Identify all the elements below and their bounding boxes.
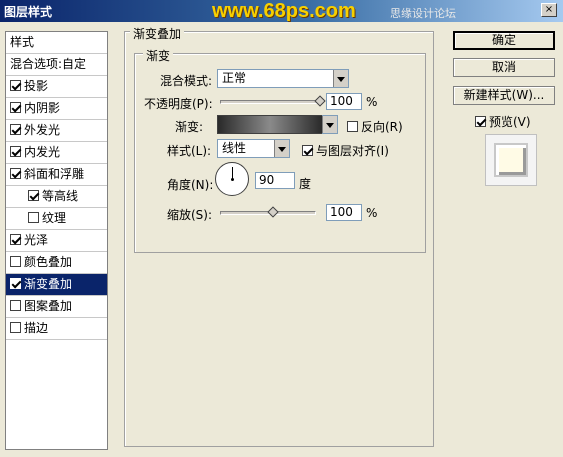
window-title: 图层样式 [4, 5, 53, 19]
sidebar-item[interactable]: 渐变叠加 [6, 274, 107, 296]
new-style-button[interactable]: 新建样式(W)... [453, 86, 555, 105]
sidebar-item-label: 投影 [24, 79, 49, 93]
preview-checkbox[interactable] [475, 116, 486, 127]
sidebar-item-label: 渐变叠加 [24, 277, 73, 291]
angle-label: 角度(N): [167, 178, 214, 192]
blend-mode-select[interactable]: 正常 [217, 69, 349, 88]
style-select[interactable]: 线性 [217, 139, 290, 158]
sidebar-item[interactable]: 等高线 [6, 186, 107, 208]
chevron-down-icon [322, 116, 337, 133]
sidebar-item[interactable]: 混合选项:自定 [6, 54, 107, 76]
sidebar-item[interactable]: 斜面和浮雕 [6, 164, 107, 186]
preview-swatch [494, 143, 528, 177]
blend-mode-value: 正常 [222, 71, 247, 85]
angle-center-dot [231, 178, 234, 181]
opacity-slider[interactable] [220, 100, 320, 104]
angle-unit: 度 [299, 177, 312, 191]
sidebar-item-label: 描边 [24, 321, 49, 335]
sidebar-item-checkbox[interactable] [10, 256, 21, 267]
sidebar-item-label: 等高线 [42, 189, 79, 203]
reverse-option[interactable]: 反向(R) [347, 118, 403, 135]
sidebar-item-label: 混合选项:自定 [10, 57, 87, 71]
sidebar-item-checkbox[interactable] [28, 190, 39, 201]
title-bar: 图层样式 www.68ps.com 思缘设计论坛 WWW.MISSYUAN.CO… [0, 0, 563, 34]
sidebar-item-checkbox[interactable] [10, 124, 21, 135]
align-label: 与图层对齐(I) [316, 144, 389, 158]
sidebar-item-checkbox[interactable] [10, 278, 21, 289]
chevron-down-icon [274, 140, 289, 157]
style-preview-thumbnail [485, 134, 537, 186]
sidebar-item-label: 外发光 [24, 123, 61, 137]
sidebar-item-checkbox[interactable] [10, 80, 21, 91]
blend-mode-label: 混合模式: [160, 74, 213, 88]
scale-input[interactable]: 100 [326, 204, 362, 221]
sidebar-item-label: 内发光 [24, 145, 61, 159]
preview-option[interactable]: 预览(V) [475, 113, 531, 130]
close-icon[interactable]: × [541, 3, 557, 17]
scale-label: 缩放(S): [167, 208, 213, 222]
sidebar-item[interactable]: 内发光 [6, 142, 107, 164]
angle-dial[interactable] [215, 162, 249, 196]
sidebar-item-label: 图案叠加 [24, 299, 73, 313]
chevron-down-icon [333, 70, 348, 87]
reverse-checkbox[interactable] [347, 121, 358, 132]
sidebar-item[interactable]: 外发光 [6, 120, 107, 142]
align-checkbox[interactable] [302, 145, 313, 156]
cancel-button[interactable]: 取消 [453, 58, 555, 77]
style-label: 样式(L): [167, 144, 212, 158]
sidebar-item-checkbox[interactable] [10, 168, 21, 179]
preview-label: 预览(V) [489, 115, 531, 129]
sidebar-item-label: 光泽 [24, 233, 49, 247]
sidebar-item-checkbox[interactable] [10, 322, 21, 333]
watermark: www.68ps.com [212, 0, 356, 22]
sidebar-item[interactable]: 光泽 [6, 230, 107, 252]
sidebar-item-label: 内阴影 [24, 101, 61, 115]
sidebar-item[interactable]: 颜色叠加 [6, 252, 107, 274]
ok-button[interactable]: 确定 [453, 31, 555, 50]
sidebar-header[interactable]: 样式 [6, 32, 107, 54]
opacity-input[interactable]: 100 [326, 93, 362, 110]
opacity-unit: % [366, 95, 378, 109]
angle-input[interactable]: 90 [255, 172, 295, 189]
sidebar-item-label: 斜面和浮雕 [24, 167, 85, 181]
sidebar-item-checkbox[interactable] [10, 300, 21, 311]
align-option[interactable]: 与图层对齐(I) [302, 142, 389, 159]
opacity-label: 不透明度(P): [144, 97, 213, 111]
sidebar-item-checkbox[interactable] [28, 212, 39, 223]
sidebar-item[interactable]: 投影 [6, 76, 107, 98]
sidebar-item-label: 纹理 [42, 211, 67, 225]
sidebar-item-checkbox[interactable] [10, 102, 21, 113]
gradient-swatch[interactable] [217, 115, 323, 134]
gradient-picker-button[interactable] [322, 115, 338, 134]
sidebar-item-checkbox[interactable] [10, 146, 21, 157]
style-value: 线性 [222, 141, 247, 155]
subgroup-title: 渐变 [143, 47, 174, 64]
sidebar-item[interactable]: 图案叠加 [6, 296, 107, 318]
layer-style-dialog: 样式 混合选项:自定 投影 内阴影 外发光 内发光 斜面和浮雕 等高线 纹理 光泽 颜色叠加 渐变叠… [0, 22, 563, 457]
group-title: 渐变叠加 [130, 25, 185, 42]
sidebar-item[interactable]: 内阴影 [6, 98, 107, 120]
reverse-label: 反向(R) [361, 120, 403, 134]
sidebar-item[interactable]: 描边 [6, 318, 107, 340]
styles-sidebar: 样式 混合选项:自定投影内阴影外发光内发光斜面和浮雕等高线纹理光泽颜色叠加渐变叠… [5, 31, 108, 450]
sidebar-item-label: 颜色叠加 [24, 255, 73, 269]
scale-unit: % [366, 206, 378, 220]
sidebar-item[interactable]: 纹理 [6, 208, 107, 230]
gradient-label: 渐变: [175, 120, 204, 134]
sidebar-item-checkbox[interactable] [10, 234, 21, 245]
